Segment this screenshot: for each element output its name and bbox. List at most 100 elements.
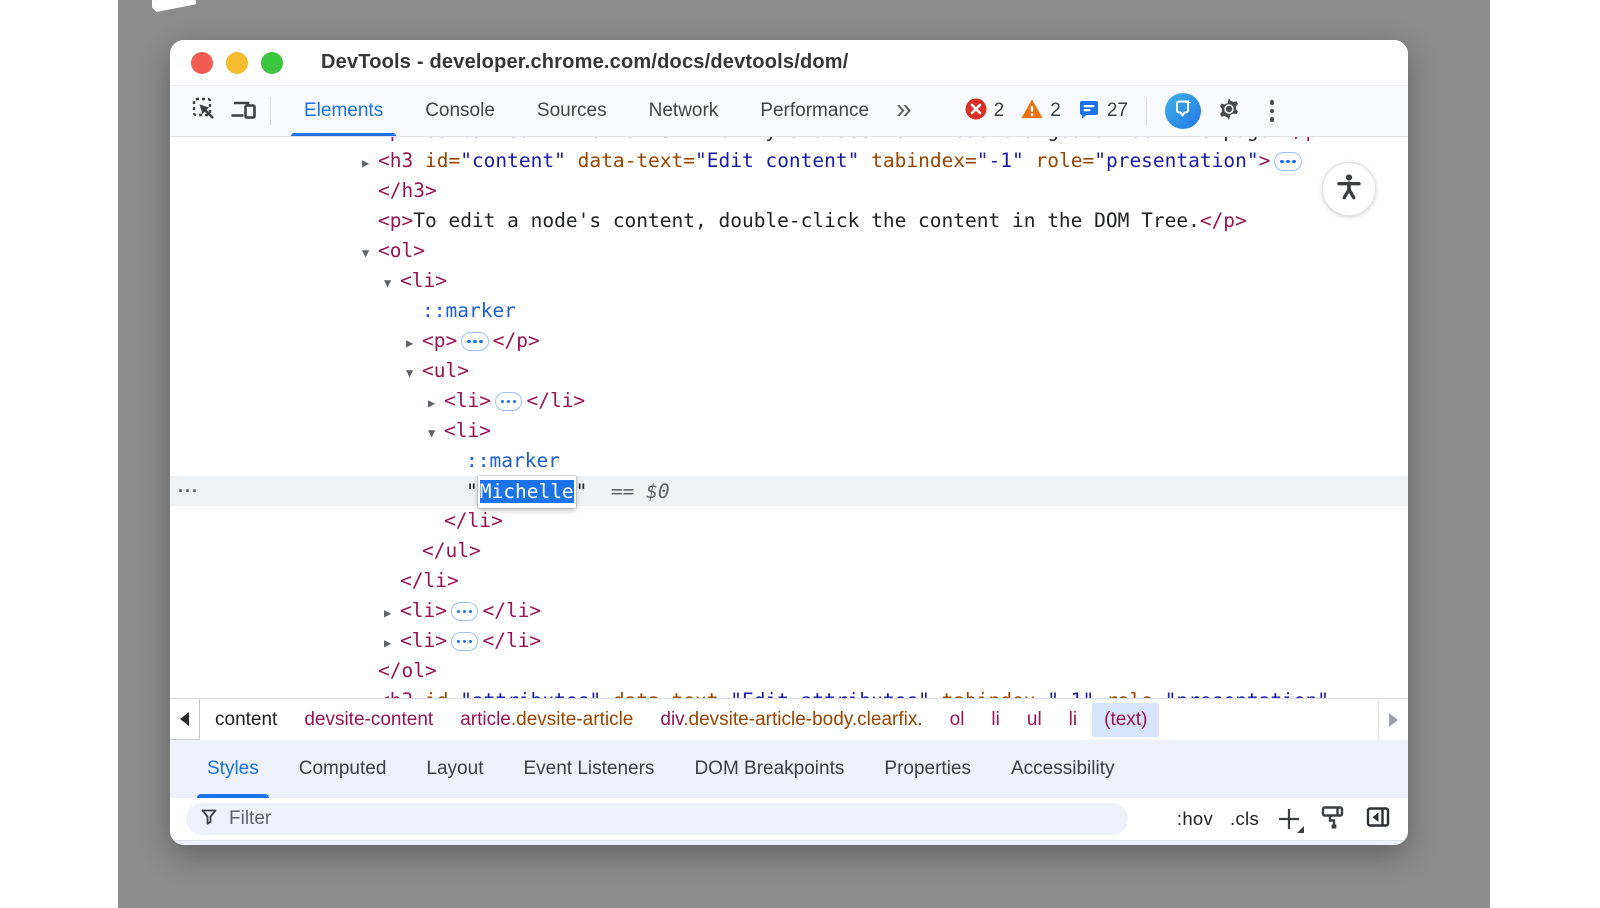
tab-styles[interactable]: Styles — [187, 740, 279, 798]
accessibility-overlay-button[interactable] — [1322, 162, 1376, 216]
expand-arrow-icon[interactable]: ▶ — [428, 388, 444, 418]
inline-edit-box[interactable]: Michelle — [478, 476, 576, 508]
expand-arrow-icon[interactable]: ▼ — [428, 418, 444, 448]
expand-arrow-icon[interactable]: ▼ — [362, 238, 378, 268]
expand-arrow-icon[interactable]: ▶ — [384, 598, 400, 628]
expand-arrow-icon[interactable]: ▶ — [362, 148, 378, 178]
device-toolbar-button[interactable] — [224, 86, 264, 136]
tab-accessibility[interactable]: Accessibility — [991, 740, 1134, 798]
row-actions-dots[interactable]: ··· — [178, 476, 199, 506]
tab-properties[interactable]: Properties — [864, 740, 991, 798]
breadcrumb-item[interactable]: div.devsite-article-body.clearfix. — [648, 703, 934, 737]
funnel-filter-icon — [199, 807, 219, 832]
breadcrumb-bar: contentdevsite-contentarticle.devsite-ar… — [170, 698, 1408, 740]
breadcrumb-item[interactable]: (text) — [1092, 703, 1159, 737]
close-button[interactable] — [191, 52, 213, 74]
dom-tree-row[interactable]: ▼<li> — [170, 266, 1408, 296]
dom-tree-row[interactable]: </li> — [170, 506, 1408, 536]
dom-tree-row[interactable]: ▶<p></p> — [170, 326, 1408, 356]
toolbar-right-icons — [1165, 86, 1287, 136]
element-classes-button[interactable]: .cls — [1230, 808, 1259, 830]
toggle-sidebar-button[interactable] — [1364, 803, 1392, 836]
breadcrumb-item[interactable]: ol — [938, 703, 977, 737]
tab-computed[interactable]: Computed — [279, 740, 407, 798]
dom-tree-row[interactable]: </ol> — [170, 656, 1408, 686]
issues-badge[interactable]: 27 — [1077, 97, 1128, 126]
styler-brush-button[interactable] — [1319, 803, 1347, 836]
toolbar-divider-right — [1146, 97, 1147, 125]
tab-network[interactable]: Network — [628, 86, 740, 136]
zoom-button[interactable] — [261, 52, 283, 74]
chevron-left-icon — [180, 712, 189, 726]
dom-tree-row[interactable]: ▶<li></li> — [170, 626, 1408, 656]
dom-tree-row[interactable]: <p>You can edit the DOM on the fly and s… — [170, 137, 1408, 146]
filter-placeholder: Filter — [229, 808, 271, 830]
tab-elements[interactable]: Elements — [283, 86, 404, 136]
breadcrumb-scroll-left-button[interactable] — [170, 699, 200, 740]
expand-arrow-icon[interactable]: ▼ — [384, 268, 400, 298]
tab-console[interactable]: Console — [404, 86, 516, 136]
breadcrumb-scroll-right-button[interactable] — [1378, 699, 1408, 740]
tab-dom-breakpoints[interactable]: DOM Breakpoints — [674, 740, 864, 798]
ellipsis-expand-button[interactable] — [451, 602, 479, 621]
toggle-element-state-button[interactable]: :hov — [1177, 808, 1213, 830]
tab-sources[interactable]: Sources — [516, 86, 628, 136]
window-bottom-strip — [170, 840, 1408, 845]
tab-performance[interactable]: Performance — [739, 86, 890, 136]
more-tabs-button[interactable]: » — [890, 86, 926, 136]
styles-filter-input[interactable]: Filter — [186, 803, 1128, 835]
breadcrumb-item[interactable]: article.devsite-article — [448, 703, 645, 737]
panel-tabs: ElementsConsoleSourcesNetworkPerformance — [283, 86, 890, 136]
warning-badge-icon — [1020, 97, 1044, 126]
new-style-rule-button[interactable] — [1276, 806, 1302, 832]
breadcrumb-item[interactable]: content — [203, 703, 289, 737]
dom-tree-row[interactable]: ::marker — [170, 296, 1408, 326]
issues-badge-icon — [1077, 97, 1101, 126]
dom-tree-row[interactable]: </li> — [170, 566, 1408, 596]
breadcrumb-item[interactable]: devsite-content — [292, 703, 445, 737]
expand-arrow-icon[interactable]: ▶ — [384, 628, 400, 658]
dom-tree-row[interactable]: ▼<li> — [170, 416, 1408, 446]
dom-tree-row[interactable]: ···"Michelle" == $0 — [170, 476, 1408, 506]
dom-tree-row[interactable]: ▶<li></li> — [170, 596, 1408, 626]
toggle-sidebar-icon — [1364, 818, 1392, 835]
dom-tree-row[interactable]: ▶<h3 id="attributes" data-text="Edit att… — [170, 686, 1408, 698]
expand-arrow-icon[interactable]: ▼ — [406, 358, 422, 388]
filter-bar-actions: :hov .cls — [1177, 803, 1392, 836]
expand-arrow-icon[interactable]: ▶ — [362, 688, 378, 698]
error-badge-icon — [964, 97, 988, 126]
ellipsis-expand-button[interactable] — [495, 392, 523, 411]
dom-tree-row[interactable]: </h3> — [170, 176, 1408, 206]
traffic-lights — [191, 52, 283, 74]
warnings-badge[interactable]: 2 — [1020, 97, 1061, 126]
dom-tree-row[interactable]: </ul> — [170, 536, 1408, 566]
inspect-button[interactable] — [184, 86, 224, 136]
errors-badge[interactable]: 2 — [964, 97, 1005, 126]
ai-bubble-button[interactable] — [1165, 93, 1201, 129]
expand-arrow-icon[interactable]: ▶ — [406, 328, 422, 358]
breadcrumb-item[interactable]: ul — [1015, 703, 1054, 737]
minimize-button[interactable] — [226, 52, 248, 74]
dom-tree-row[interactable]: ▶<li></li> — [170, 386, 1408, 416]
styler-brush-icon — [1319, 818, 1347, 835]
tab-layout[interactable]: Layout — [406, 740, 503, 798]
stage: DevTools - developer.chrome.com/docs/dev… — [0, 0, 1600, 908]
settings-button[interactable] — [1211, 94, 1247, 129]
issues-count: 27 — [1107, 100, 1128, 122]
ellipsis-expand-button[interactable] — [461, 332, 489, 351]
title-bar: DevTools - developer.chrome.com/docs/dev… — [170, 40, 1408, 86]
accessibility-person-icon — [1334, 172, 1364, 207]
dom-tree: <p>You can edit the DOM on the fly and s… — [170, 137, 1408, 698]
breadcrumb-item[interactable]: li — [979, 703, 1011, 737]
ellipsis-expand-button[interactable] — [1274, 152, 1302, 171]
breadcrumb-list: contentdevsite-contentarticle.devsite-ar… — [200, 699, 1159, 740]
kebab-menu-button[interactable] — [1257, 100, 1287, 122]
ellipsis-expand-button[interactable] — [451, 632, 479, 651]
dom-tree-row[interactable]: ::marker — [170, 446, 1408, 476]
dom-tree-row[interactable]: ▼<ol> — [170, 236, 1408, 266]
dom-tree-row[interactable]: ▶<h3 id="content" data-text="Edit conten… — [170, 146, 1408, 176]
dom-tree-row[interactable]: ▼<ul> — [170, 356, 1408, 386]
dom-tree-row[interactable]: <p>To edit a node's content, double-clic… — [170, 206, 1408, 236]
breadcrumb-item[interactable]: li — [1057, 703, 1089, 737]
tab-event-listeners[interactable]: Event Listeners — [503, 740, 674, 798]
